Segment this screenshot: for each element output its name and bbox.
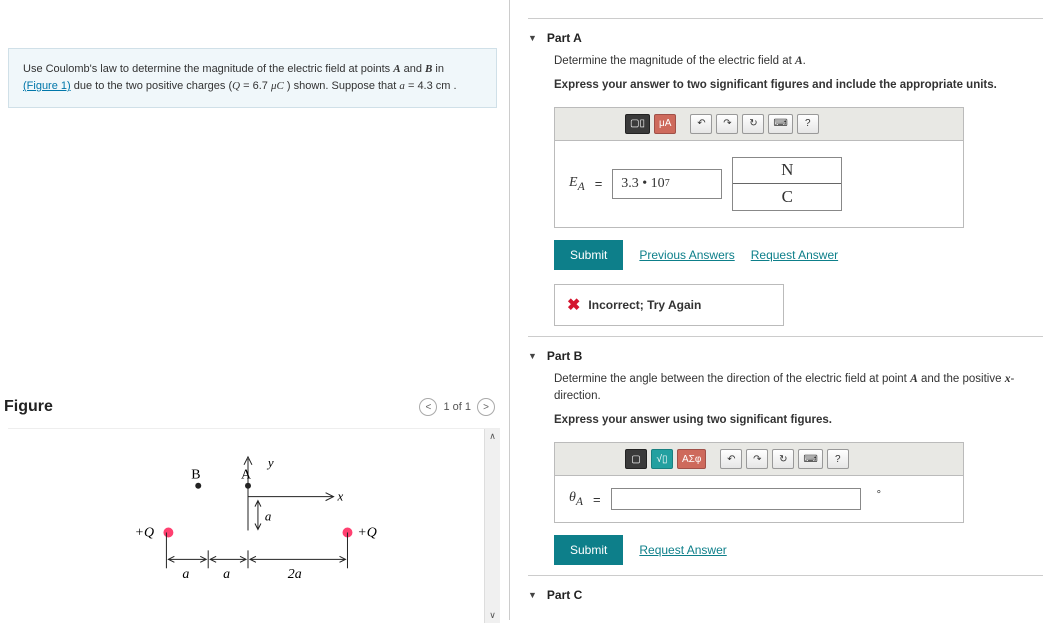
part-a-feedback: ✖ Incorrect; Try Again	[554, 284, 784, 326]
a1-label: a	[182, 567, 189, 582]
scroll-up-icon[interactable]: ∧	[489, 429, 496, 444]
part-b-submit-button[interactable]: Submit	[554, 535, 623, 565]
part-b-actions: Submit Request Answer	[554, 535, 1043, 565]
part-b-answer-row: θA = °	[555, 476, 963, 522]
part-b-instruction-2: Express your answer using two significan…	[554, 412, 1043, 430]
figure-link[interactable]: (Figure 1)	[23, 80, 71, 92]
a-vert-label: a	[265, 509, 271, 524]
part-a-collapse-icon[interactable]: ▼	[528, 33, 537, 43]
scroll-track[interactable]	[485, 444, 500, 608]
figure-next-button[interactable]: >	[477, 398, 495, 416]
part-c-collapse-icon[interactable]: ▼	[528, 590, 537, 600]
templates-button[interactable]: ▢	[625, 449, 647, 469]
part-a: ▼ Part A Determine the magnitude of the …	[528, 18, 1043, 326]
units-button[interactable]: μA	[654, 114, 676, 134]
part-a-answer-box: ▢▯ μA ↶ ↷ ↻ ⌨ ? EA = 3.3 • 107	[554, 107, 964, 228]
incorrect-icon: ✖	[567, 295, 580, 315]
help-button[interactable]: ?	[797, 114, 819, 134]
scroll-down-icon[interactable]: ∨	[489, 608, 496, 623]
figure-prev-button[interactable]: <	[419, 398, 437, 416]
part-a-value-input[interactable]: 3.3 • 107	[612, 169, 722, 199]
part-a-toolbar: ▢▯ μA ↶ ↷ ↻ ⌨ ?	[555, 108, 963, 141]
part-b-instruction-1: Determine the angle between the directio…	[554, 371, 1043, 407]
part-c-label: Part C	[547, 588, 582, 602]
twoa-label: 2a	[288, 567, 302, 582]
undo-button[interactable]: ↶	[690, 114, 712, 134]
root-button[interactable]: √▯	[651, 449, 673, 469]
figure-title: Figure	[4, 398, 53, 416]
part-b-toolbar: ▢ √▯ ΑΣφ ↶ ↷ ↻ ⌨ ?	[555, 443, 963, 476]
figure-diagram: y x a B A +Q +Q	[8, 429, 484, 623]
part-a-answer-row: EA = 3.3 • 107 N C	[555, 141, 963, 227]
keyboard-button[interactable]: ⌨	[798, 449, 822, 469]
charge-right-label: +Q	[357, 526, 376, 541]
x-axis-label: x	[337, 489, 344, 504]
part-b-label: Part B	[547, 349, 582, 363]
point-b-label: B	[191, 468, 200, 483]
figure-area: y x a B A +Q +Q	[8, 428, 500, 623]
unit-numerator: N	[733, 158, 841, 185]
part-b-value-input[interactable]	[611, 488, 861, 510]
part-a-label: Part A	[547, 31, 582, 45]
part-c: ▼ Part C	[528, 575, 1043, 610]
part-b-request-answer-link[interactable]: Request Answer	[639, 543, 726, 557]
part-a-request-answer-link[interactable]: Request Answer	[751, 248, 838, 262]
part-b-collapse-icon[interactable]: ▼	[528, 351, 537, 361]
figure-nav: < 1 of 1 >	[419, 398, 495, 416]
part-b-variable: θA	[569, 490, 583, 508]
y-axis-label: y	[266, 455, 274, 470]
problem-text: Use Coulomb's law to determine the magni…	[23, 63, 393, 75]
keyboard-button[interactable]: ⌨	[768, 114, 792, 134]
left-panel: Use Coulomb's law to determine the magni…	[0, 0, 510, 620]
reset-button[interactable]: ↻	[742, 114, 764, 134]
undo-button[interactable]: ↶	[720, 449, 742, 469]
part-b-answer-box: ▢ √▯ ΑΣφ ↶ ↷ ↻ ⌨ ? θA = °	[554, 442, 964, 523]
redo-button[interactable]: ↷	[716, 114, 738, 134]
right-panel: ▼ Part A Determine the magnitude of the …	[510, 0, 1043, 620]
redo-button[interactable]: ↷	[746, 449, 768, 469]
help-button[interactable]: ?	[827, 449, 849, 469]
part-b: ▼ Part B Determine the angle between the…	[528, 336, 1043, 565]
degree-unit: °	[877, 489, 881, 501]
reset-button[interactable]: ↻	[772, 449, 794, 469]
figure-header: Figure < 1 of 1 >	[4, 398, 495, 416]
part-a-actions: Submit Previous Answers Request Answer	[554, 240, 1043, 270]
point-a: A	[393, 63, 400, 75]
part-a-unit-box[interactable]: N C	[732, 157, 842, 211]
figure-nav-label: 1 of 1	[443, 401, 471, 413]
previous-answers-link[interactable]: Previous Answers	[639, 248, 734, 262]
charge-left-label: +Q	[135, 526, 154, 541]
problem-statement: Use Coulomb's law to determine the magni…	[8, 48, 497, 108]
feedback-text: Incorrect; Try Again	[588, 298, 701, 312]
part-a-instruction-1: Determine the magnitude of the electric …	[554, 53, 1043, 71]
part-a-submit-button[interactable]: Submit	[554, 240, 623, 270]
a2-label: a	[223, 567, 230, 582]
part-a-instruction-2: Express your answer to two significant f…	[554, 77, 1043, 95]
figure-scrollbar[interactable]: ∧ ∨	[484, 429, 500, 623]
point-a-label: A	[241, 468, 251, 483]
greek-button[interactable]: ΑΣφ	[677, 449, 706, 469]
unit-denominator: C	[733, 184, 841, 210]
templates-button[interactable]: ▢▯	[625, 114, 650, 134]
part-a-variable: EA	[569, 175, 585, 193]
